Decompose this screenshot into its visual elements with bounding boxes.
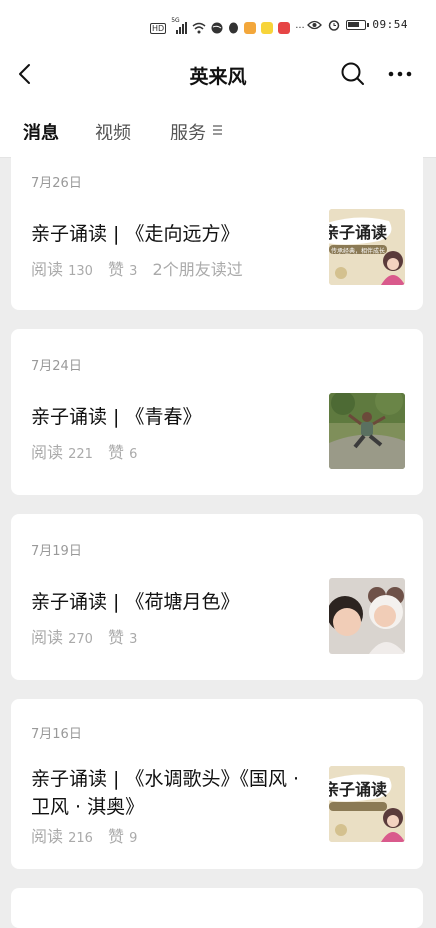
article-date: 7月16日 bbox=[31, 727, 82, 742]
likes-label: 赞 bbox=[108, 628, 125, 647]
qq-penguin-icon bbox=[229, 22, 239, 34]
status-time: 09:54 bbox=[372, 18, 408, 31]
article-title: 亲子诵读 | 《走向远方》 bbox=[31, 223, 240, 245]
article-card[interactable]: 7月19日 亲子诵读 | 《荷塘月色》 阅读 270 赞 3 bbox=[11, 514, 423, 680]
article-title: 亲子诵读 | 《水调歌头》《国风 · 卫风 · 淇奥》 bbox=[31, 768, 300, 818]
thumbnail-caption: 亲子诵读 bbox=[329, 780, 388, 799]
eye-icon bbox=[307, 20, 323, 29]
reads-count: 221 bbox=[68, 447, 93, 462]
likes-count: 9 bbox=[129, 831, 138, 846]
status-bar: HD 5G ··· 09:54 bbox=[0, 0, 436, 50]
article-stats: 阅读 130 赞 3 2个朋友读过 bbox=[31, 256, 243, 280]
article-date: 7月19日 bbox=[31, 544, 82, 559]
more-notifications-icon: ··· bbox=[295, 22, 305, 34]
alarm-icon bbox=[329, 19, 340, 31]
reads-count: 216 bbox=[68, 831, 93, 846]
menu-lines-icon bbox=[213, 125, 222, 137]
likes-count: 3 bbox=[129, 632, 138, 647]
article-card[interactable]: 7月24日 亲子诵读 | 《青春》 阅读 221 赞 6 bbox=[11, 329, 423, 495]
app-notify-icon-red bbox=[278, 22, 291, 34]
status-icons-right: 09:54 bbox=[307, 18, 408, 31]
article-stats: 阅读 270 赞 3 bbox=[31, 624, 137, 648]
globe-icon bbox=[211, 22, 223, 34]
search-icon[interactable] bbox=[338, 59, 368, 89]
next-article-card-partial[interactable] bbox=[11, 888, 423, 928]
article-date: 7月24日 bbox=[31, 359, 82, 374]
article-card[interactable]: 7月16日 亲子诵读 | 《水调歌头》《国风 · 卫风 · 淇奥》 阅读 216… bbox=[11, 699, 423, 869]
top-nav-bar: 英来风 bbox=[0, 50, 436, 100]
app-notify-icon bbox=[244, 22, 257, 34]
reads-label: 阅读 bbox=[31, 628, 64, 647]
reads-label: 阅读 bbox=[31, 260, 64, 279]
app-notify-icon-yellow bbox=[261, 22, 274, 34]
hd-badge: HD bbox=[150, 22, 167, 34]
reads-count: 270 bbox=[68, 632, 93, 647]
article-thumbnail bbox=[329, 393, 405, 469]
article-card[interactable]: 7月26日 亲子诵读 | 《走向远方》 阅读 130 赞 3 2个朋友读过 亲子… bbox=[11, 140, 423, 310]
reads-label: 阅读 bbox=[31, 827, 64, 846]
article-stats: 阅读 216 赞 9 bbox=[31, 823, 137, 847]
status-icons-left: HD 5G ··· bbox=[150, 17, 305, 38]
likes-count: 3 bbox=[129, 264, 138, 279]
article-thumbnail bbox=[329, 578, 405, 654]
thumbnail-caption: 亲子诵读 bbox=[329, 223, 388, 242]
thumbnail-photo-jumping-kid bbox=[329, 393, 405, 469]
thumbnail-subcaption: 传承经典，相伴成长 bbox=[331, 248, 386, 255]
likes-label: 赞 bbox=[108, 443, 125, 462]
likes-label: 赞 bbox=[108, 827, 125, 846]
article-stats: 阅读 221 赞 6 bbox=[31, 439, 137, 463]
page-title: 英来风 bbox=[189, 66, 247, 88]
wifi-icon bbox=[192, 22, 206, 34]
article-title: 亲子诵读 | 《荷塘月色》 bbox=[31, 591, 240, 613]
reads-label: 阅读 bbox=[31, 443, 64, 462]
signal-icon: 5G bbox=[171, 17, 188, 34]
back-arrow-icon[interactable] bbox=[12, 60, 40, 88]
more-dots-icon[interactable] bbox=[384, 59, 416, 89]
article-title: 亲子诵读 | 《青春》 bbox=[31, 406, 202, 428]
thumbnail-photo-girls bbox=[329, 578, 405, 654]
battery-icon bbox=[346, 19, 370, 30]
article-thumbnail: 亲子诵读 传承经典，相伴成长 bbox=[329, 209, 405, 285]
article-date: 7月26日 bbox=[31, 176, 82, 191]
article-thumbnail: 亲子诵读 bbox=[329, 766, 405, 842]
likes-label: 赞 bbox=[108, 260, 125, 279]
friends-read: 2个朋友读过 bbox=[152, 260, 243, 279]
reads-count: 130 bbox=[68, 264, 93, 279]
likes-count: 6 bbox=[129, 447, 138, 462]
